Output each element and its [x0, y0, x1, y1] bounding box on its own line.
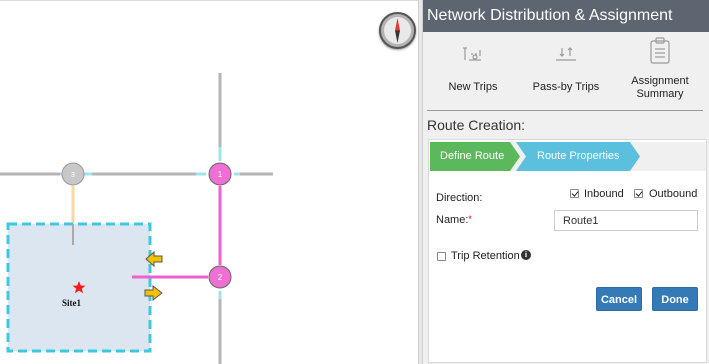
wizard-steps: Define Route Route Properties — [430, 142, 706, 171]
node-3[interactable]: 3 — [61, 162, 85, 186]
name-label: Name:* — [436, 214, 472, 226]
pass-by-trips-icon — [556, 47, 576, 61]
pass-by-trips-label: Pass-by Trips — [532, 81, 600, 93]
route-name-input[interactable] — [554, 210, 698, 231]
svg-text:2: 2 — [218, 273, 223, 282]
divider — [427, 110, 703, 111]
tool-bar: New Trips Pass-by Trips Assignment Summa… — [423, 32, 709, 104]
route-creation-card: Define Route Route Properties Direction:… — [428, 139, 707, 363]
compass-needle-icon — [395, 18, 400, 43]
trip-retention-label: Trip Retention — [451, 250, 520, 262]
trip-retention-checkbox[interactable] — [437, 252, 446, 261]
site-label: Site1 — [62, 298, 81, 308]
panel-title: Network Distribution & Assignment — [423, 0, 709, 32]
inbound-checkbox[interactable] — [570, 189, 579, 198]
direction-label: Direction: — [436, 192, 483, 204]
svg-text:1: 1 — [218, 170, 223, 179]
step-define-route[interactable]: Define Route — [430, 142, 520, 171]
step-route-properties[interactable]: Route Properties — [516, 142, 640, 171]
pass-by-trips-button[interactable]: Pass-by Trips — [528, 32, 604, 104]
new-trips-icon — [463, 47, 481, 61]
new-trips-button[interactable]: New Trips — [435, 32, 511, 104]
inbound-label: Inbound — [584, 188, 624, 200]
map-graphics: 3 1 2 — [0, 73, 273, 364]
done-button[interactable]: Done — [652, 287, 698, 311]
section-title: Route Creation: — [427, 117, 526, 133]
compass-button[interactable] — [379, 12, 416, 49]
node-1[interactable]: 1 — [208, 162, 232, 186]
clipboard-icon — [650, 37, 670, 64]
node-2[interactable]: 2 — [208, 265, 232, 289]
required-mark: * — [468, 214, 472, 224]
svg-text:3: 3 — [71, 172, 75, 179]
outbound-checkbox[interactable] — [634, 189, 643, 198]
name-label-text: Name: — [436, 214, 469, 226]
outbound-label: Outbound — [649, 188, 698, 200]
cancel-button[interactable]: Cancel — [596, 287, 642, 311]
map-canvas[interactable]: 3 1 2 Site1 — [0, 0, 418, 364]
assignment-summary-button[interactable]: Assignment Summary — [621, 32, 699, 104]
new-trips-label: New Trips — [448, 81, 498, 93]
info-icon[interactable]: i — [521, 250, 531, 260]
side-panel: Network Distribution & Assignment New Tr… — [423, 0, 709, 364]
assignment-summary-label: Assignment Summary — [631, 75, 689, 100]
